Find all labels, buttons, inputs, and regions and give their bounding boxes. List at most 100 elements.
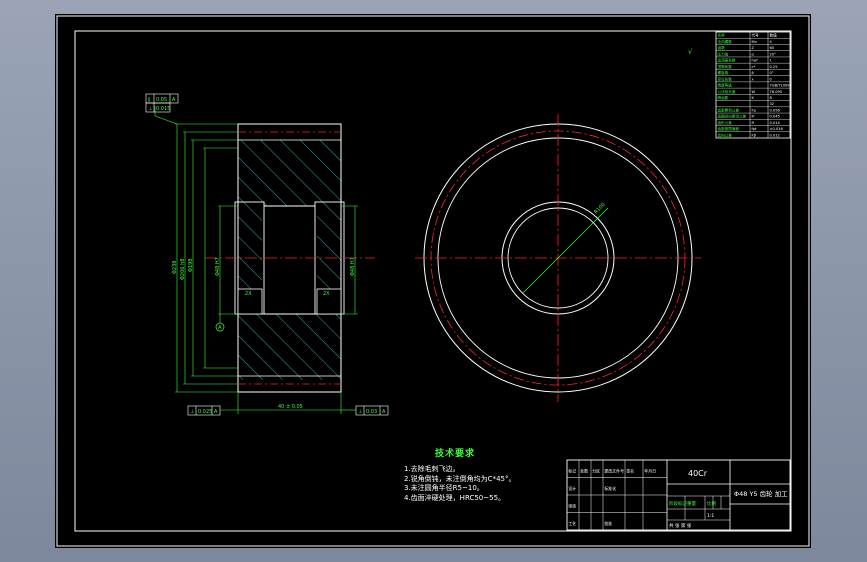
gear-table-cell: fpt — [752, 127, 758, 131]
gear-table-cell: 76.095 — [770, 90, 783, 94]
gear-table-cell: 齿形公差 — [718, 120, 733, 125]
gear-table-cell: 7GB/T10095 — [770, 84, 792, 88]
gear-table-cell: 名称 — [718, 33, 726, 38]
dim-chamfer-right: 2X — [323, 291, 330, 297]
requirements-list: 1.去除毛刺飞边。 2.锐角倒钝，未注倒角均为C*45°。 3.未注圆角半径R5~1… — [404, 465, 515, 503]
bore-dimension-line — [522, 207, 609, 294]
gear-parameter-table: 名称 代号 数值法向模数 Mn 4 齿数 Z 65 压力角 α 20° 齿顶高系数 ha* 1 顶隙系数 c*… — [715, 31, 792, 139]
requirements-title: 技术要求 — [435, 449, 476, 459]
gear-table-cell: 变位系数 — [718, 76, 733, 81]
gear-table-cell: 20° — [770, 52, 777, 56]
front-view: R100 — [415, 114, 701, 402]
dim-outer-d2: Φ206 h8 — [180, 259, 186, 280]
gear-table-cell: 32 — [770, 102, 775, 106]
dim-bore-left: Φ48 H7 — [215, 257, 221, 276]
hatch-upper — [238, 140, 341, 206]
gear-table-cell: 0.045 — [770, 115, 780, 119]
part-name: Φ48 Y5 齿轮 加工 — [734, 489, 788, 498]
gdt-top-2-value: 0.015 — [156, 106, 170, 112]
scale-value: 1:1 — [707, 513, 714, 519]
gear-table-cell: Fr — [752, 115, 756, 119]
gdt-top-2-symbol: ⊥ — [148, 106, 152, 112]
title-block-cell: 处数 — [580, 468, 588, 474]
title-block-cell: 审核 — [568, 503, 576, 509]
gdt-top-1-datum: A — [172, 97, 176, 103]
dim-outer-d1: Φ238 — [172, 261, 178, 274]
gdt-bottom-right-datum: A — [382, 409, 386, 415]
gdt-bottom-right-symbol: ⊥ — [358, 409, 362, 415]
gear-table-cell: 齿距累积公差 — [718, 107, 740, 112]
title-block-cell: 批准 — [604, 520, 612, 526]
gear-table-cell: W — [752, 90, 756, 94]
gear-table-cell: 压力角 — [718, 51, 729, 56]
gear-table-cell: 法向模数 — [718, 39, 733, 44]
gear-table-cell: ±0.016 — [770, 127, 784, 131]
gear-table-cell: 0.056 — [770, 108, 781, 112]
title-block-cell: 标记 — [568, 468, 576, 474]
gear-table-cell: Fp — [752, 108, 757, 112]
gear-table-cell: Fβ — [752, 133, 757, 137]
gdt-bottom-left-datum: A — [214, 409, 218, 415]
gear-table-cell: 螺旋角 — [718, 70, 729, 75]
gear-table-cell: 跨齿数 — [718, 95, 729, 100]
title-block-cell: 年月日 — [644, 468, 656, 474]
dim-chamfer-left: 2X — [245, 291, 252, 297]
gdt-bottom-left-symbol: ⊥ — [190, 409, 194, 415]
gear-table-cell: ff — [752, 121, 755, 125]
gear-table-cell: 65 — [770, 46, 775, 50]
gdt-top-1: ∥ 0.05 A — [145, 93, 179, 104]
gear-table-cell: 8 — [770, 96, 773, 100]
datum-a-label: A — [218, 325, 222, 331]
stage-label: 阶段标记 — [669, 500, 687, 507]
gear-table-cell: 0.012 — [770, 133, 780, 137]
gear-table-cell: 齿顶高系数 — [718, 58, 736, 63]
gear-table-cell: 1 — [770, 59, 772, 63]
gear-table-cell: 顶隙系数 — [718, 64, 733, 69]
gear-table-cell: x — [752, 77, 755, 81]
gear-table-cell: 精度等级 — [718, 83, 733, 88]
sheet-label: 共 张 第 张 — [669, 522, 692, 529]
cad-viewport[interactable]: Φ238 Φ206 h8 Φ198 Φ48 H7 Φ48 H7 40 ± 0.0… — [55, 14, 811, 548]
gear-table-cell: 0.014 — [770, 121, 781, 125]
hatch-lower — [238, 314, 341, 380]
gdt-top-2: ⊥ 0.015 — [145, 102, 170, 113]
gear-table-cell: c* — [752, 65, 756, 69]
requirement-item: 3.未注圆角半径R5~10。 — [404, 484, 484, 492]
title-block-cell: 标准化 — [604, 485, 616, 491]
gear-table-cell: 齿向公差 — [718, 132, 733, 137]
dim-face-width: 40 ± 0.05 — [278, 404, 303, 410]
gear-table-cell: β — [752, 71, 755, 75]
gear-table-cell: 齿圈径向跳动公差 — [718, 114, 747, 119]
roughness-mark: √ — [688, 48, 693, 56]
gdt-bottom-right-value: 0.03 — [366, 409, 377, 415]
gear-table-cell: 4 — [770, 40, 773, 44]
title-block-cell: 分区 — [592, 468, 600, 474]
gear-table-cell: 数值 — [770, 33, 778, 38]
gdt-top-1-value: 0.05 — [156, 97, 167, 103]
gdt-top-1-symbol: ∥ — [148, 97, 151, 103]
gear-table-cell: K — [752, 96, 755, 100]
gear-table-cell: Mn — [752, 40, 757, 44]
gear-table-cell: 0.25 — [770, 65, 778, 69]
gear-table-cell: Z — [752, 46, 755, 50]
requirement-item: 2.锐角倒钝，未注倒角均为C*45°。 — [404, 474, 516, 483]
gear-table-cell: α — [752, 52, 755, 56]
title-block: 标记 处数 分区 更改文件号 签名 年月日设计 标准化审核工艺 批准 40Cr Φ48 Y5 … — [566, 459, 791, 531]
weight-label: 重量 — [687, 500, 696, 507]
bore-radius-label: R100 — [593, 202, 606, 215]
material-label: 40Cr — [688, 469, 708, 478]
inner-frame — [74, 30, 792, 532]
title-block-cell: 工艺 — [568, 521, 576, 526]
gdt-bottom-left: ⊥ 0.025 A — [187, 405, 238, 416]
gear-table-cell: 齿数 — [718, 45, 726, 50]
gdt-bottom-right: ⊥ 0.03 A — [341, 405, 389, 416]
title-block-cell: 签名 — [626, 468, 634, 474]
title-block-cell: 设计 — [568, 485, 576, 491]
dim-bore-right: Φ48 H7 — [350, 257, 356, 276]
gear-table-cell: 齿距极限偏差 — [718, 126, 740, 131]
gear-table-cell: 0° — [770, 71, 774, 75]
scale-label: 比例 — [707, 500, 716, 507]
requirement-item: 1.去除毛刺飞边。 — [404, 465, 460, 473]
title-block-cell: 更改文件号 — [604, 468, 624, 474]
gear-table-cell: 代号 — [752, 33, 760, 38]
